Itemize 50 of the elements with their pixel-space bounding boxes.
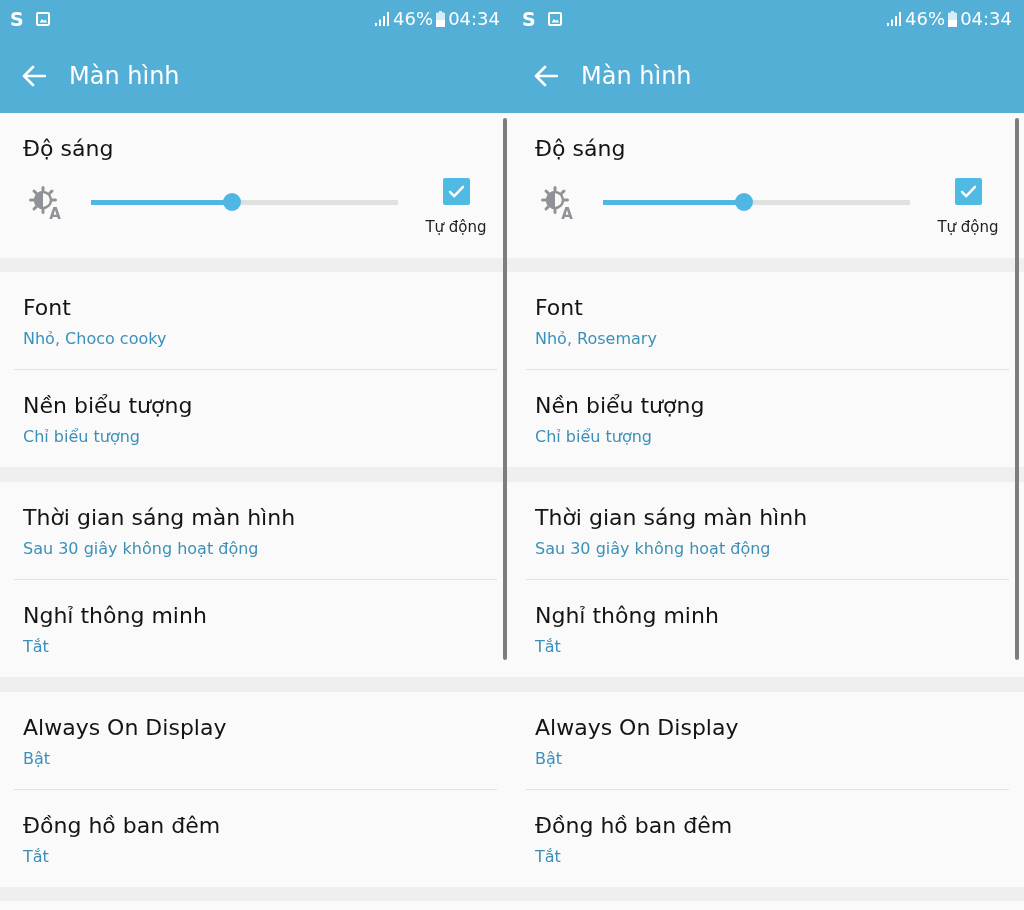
gallery-icon xyxy=(35,12,50,26)
battery-percent: 46% xyxy=(905,8,946,30)
setting-value: Tắt xyxy=(23,846,49,868)
battery-icon xyxy=(436,11,446,27)
setting-title: Đồng hồ ban đêm xyxy=(23,812,221,840)
setting-title: Thời gian sáng màn hình xyxy=(23,504,296,532)
setting-title: Thời gian sáng màn hình xyxy=(535,504,808,532)
clock-time: 04:34 xyxy=(448,8,500,30)
setting-value: Tắt xyxy=(535,636,561,658)
setting-value: Sau 30 giây không hoạt động xyxy=(535,538,771,560)
screen-title: Màn hình xyxy=(581,60,692,91)
setting-title: Always On Display xyxy=(535,714,739,742)
slider-thumb[interactable] xyxy=(735,193,754,211)
setting-value: Nhỏ, Choco cooky xyxy=(23,328,167,350)
setting-title: Đồng hồ ban đêm xyxy=(535,812,733,840)
battery-percent: 46% xyxy=(393,8,434,30)
notification-icon: S xyxy=(522,9,536,29)
auto-checkbox[interactable] xyxy=(442,178,470,205)
setting-value: Sau 30 giây không hoạt động xyxy=(23,538,259,560)
checkmark-icon xyxy=(447,185,465,198)
slider-thumb[interactable] xyxy=(223,193,242,211)
setting-value: Tắt xyxy=(535,846,561,868)
signal-icon xyxy=(887,12,902,26)
setting-value: Nhỏ, Rosemary xyxy=(535,328,657,350)
auto-label: Tự động xyxy=(937,217,999,237)
auto-checkbox[interactable] xyxy=(954,178,982,205)
setting-value: Chỉ biểu tượng xyxy=(23,426,140,448)
back-icon[interactable] xyxy=(22,64,46,87)
gallery-icon xyxy=(547,12,562,26)
back-icon[interactable] xyxy=(534,64,558,87)
setting-value: Bật xyxy=(23,748,51,770)
setting-title: Độ sáng xyxy=(535,135,626,163)
notification-icon: S xyxy=(10,9,24,29)
auto-label: Tự động xyxy=(425,217,487,237)
screen-title: Màn hình xyxy=(69,60,180,91)
clock-time: 04:34 xyxy=(960,8,1012,30)
setting-title: Font xyxy=(535,294,583,322)
setting-value: Chỉ biểu tượng xyxy=(535,426,652,448)
setting-title: Always On Display xyxy=(23,714,227,742)
setting-title: Nghỉ thông minh xyxy=(23,602,207,630)
battery-icon xyxy=(948,11,958,27)
setting-title: Độ sáng xyxy=(23,135,114,163)
setting-title: Nền biểu tượng xyxy=(23,392,193,420)
setting-value: Tắt xyxy=(23,636,49,658)
setting-title: Font xyxy=(23,294,71,322)
checkmark-icon xyxy=(959,185,977,198)
setting-title: Nền biểu tượng xyxy=(535,392,705,420)
signal-icon xyxy=(375,12,390,26)
setting-title: Nghỉ thông minh xyxy=(535,602,719,630)
setting-value: Bật xyxy=(535,748,563,770)
